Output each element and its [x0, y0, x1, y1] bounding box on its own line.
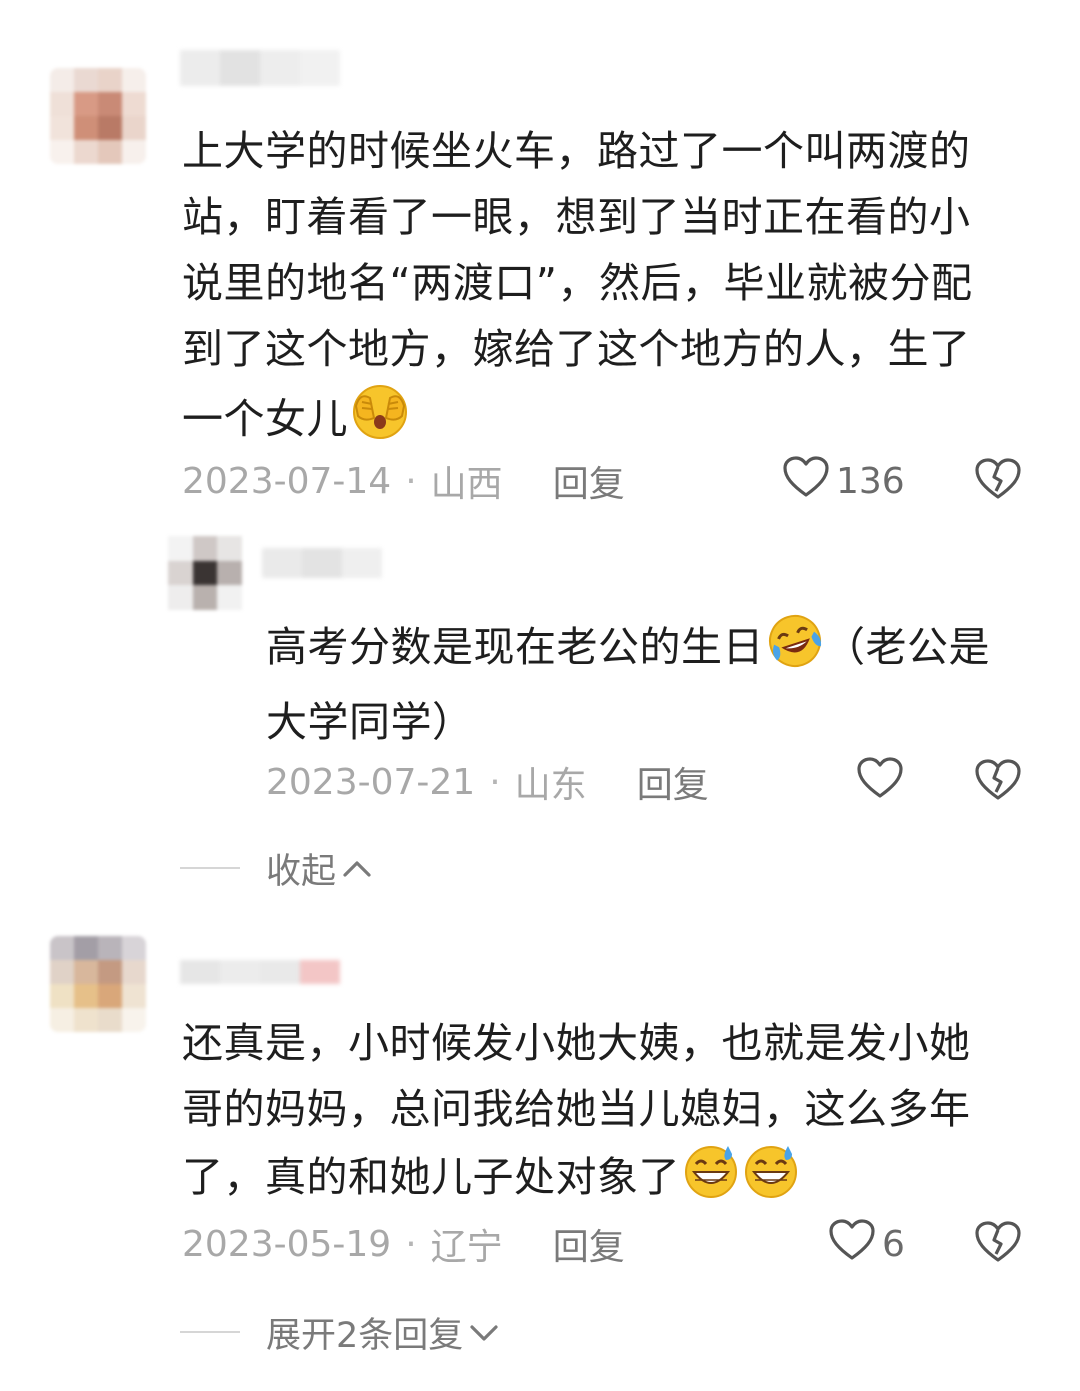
comment-meta: 2023-05-19 · 辽宁 回复 — [182, 1219, 625, 1269]
divider — [180, 1331, 240, 1333]
comment-date: 2023-07-21 — [266, 761, 476, 803]
broken-heart-icon — [974, 457, 1022, 505]
dislike-button[interactable] — [974, 1219, 1022, 1269]
grinning-sweat-emoji — [682, 1142, 740, 1219]
comment-location: 山西 — [430, 464, 503, 505]
dislike-button[interactable] — [974, 456, 1022, 506]
dislike-button[interactable] — [974, 757, 1022, 807]
like-button[interactable]: 6 — [828, 1218, 905, 1271]
username[interactable] — [180, 50, 340, 86]
like-count: 136 — [836, 460, 905, 502]
divider — [180, 867, 240, 869]
like-button[interactable] — [856, 756, 910, 809]
reply-button[interactable]: 回复 — [553, 1218, 625, 1270]
comment-text: 还真是，小时候发小她大姨，也就是发小她哥的妈妈，总问我给她当儿媳妇，这么多年了，… — [182, 1010, 1002, 1219]
comment-location: 辽宁 — [430, 1227, 503, 1268]
comment-date: 2023-05-19 — [182, 1223, 392, 1265]
broken-heart-icon — [974, 758, 1022, 806]
username[interactable] — [180, 960, 340, 984]
reply-button[interactable]: 回复 — [553, 455, 625, 507]
crying-laughing-emoji — [766, 612, 824, 689]
like-button[interactable]: 136 — [782, 455, 905, 508]
face-with-hands-over-mouth-emoji — [350, 382, 410, 461]
comment-meta: 2023-07-14 · 山西 回复 — [182, 456, 625, 506]
expand-replies-button[interactable]: 展开2条回复 — [180, 1307, 499, 1357]
broken-heart-icon — [974, 1220, 1022, 1268]
comment-meta: 2023-07-21 · 山东 回复 — [266, 757, 709, 807]
reply-text: 高考分数是现在老公的生日 （老公是大学同学） — [266, 612, 1006, 755]
chevron-up-icon — [336, 848, 372, 888]
avatar[interactable] — [168, 536, 242, 610]
avatar[interactable] — [50, 68, 146, 164]
heart-icon — [782, 455, 836, 508]
reply-button[interactable]: 回复 — [637, 756, 709, 808]
heart-icon — [828, 1218, 882, 1271]
like-count: 6 — [882, 1223, 905, 1265]
heart-icon — [856, 756, 910, 809]
chevron-down-icon — [463, 1312, 499, 1352]
avatar[interactable] — [50, 936, 146, 1032]
username[interactable] — [262, 548, 382, 578]
comment-text: 上大学的时候坐火车，路过了一个叫两渡的站，盯着看了一眼，想到了当时正在看的小说里… — [182, 118, 1002, 461]
grinning-sweat-emoji — [742, 1142, 800, 1219]
comment-date: 2023-07-14 — [182, 460, 392, 502]
comment-location: 山东 — [514, 765, 587, 806]
collapse-replies-button[interactable]: 收起 — [180, 843, 372, 893]
